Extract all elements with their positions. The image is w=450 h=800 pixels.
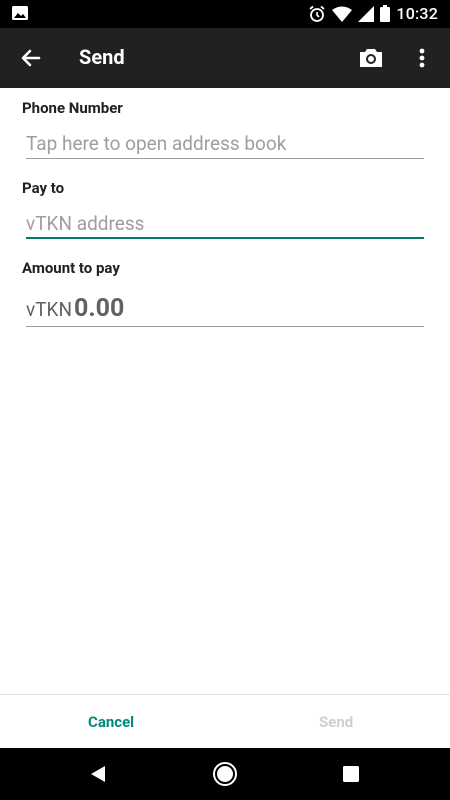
signal-icon (358, 5, 375, 22)
alarm-icon (309, 5, 325, 22)
amount-label: Amount to pay (22, 259, 120, 277)
status-time: 10:32 (396, 4, 438, 23)
page-title: Send (79, 45, 125, 69)
nav-recents-icon[interactable] (343, 766, 359, 782)
pay-to-label: Pay to (22, 179, 65, 197)
app-bar: Send (0, 28, 450, 88)
status-bar: 10:32 (0, 0, 450, 28)
nav-back-icon[interactable] (89, 765, 107, 783)
send-form: Phone Number Tap here to open address bo… (0, 88, 450, 694)
amount-value: 0.00 (74, 294, 125, 323)
camera-icon[interactable] (356, 43, 386, 73)
back-arrow-icon[interactable] (16, 43, 46, 73)
amount-field[interactable]: vTKN 0.00 (26, 294, 124, 323)
system-nav-bar (0, 748, 450, 800)
phone-number-underline (26, 158, 424, 159)
phone-number-label: Phone Number (22, 99, 123, 117)
bottom-action-bar: Cancel Send (0, 694, 450, 748)
cancel-button[interactable]: Cancel (88, 713, 134, 731)
more-vert-icon[interactable] (409, 43, 435, 73)
amount-underline (26, 326, 424, 327)
pay-to-underline (26, 237, 424, 239)
nav-home-icon[interactable] (212, 761, 238, 787)
amount-unit: vTKN (26, 298, 73, 321)
battery-icon (380, 5, 391, 22)
send-button[interactable]: Send (319, 713, 353, 731)
wifi-icon (332, 6, 353, 22)
status-icons: 10:32 (308, 4, 438, 23)
pay-to-address-field[interactable]: vTKN address (26, 212, 424, 235)
phone-number-field[interactable]: Tap here to open address book (26, 132, 424, 155)
image-icon (12, 6, 28, 20)
